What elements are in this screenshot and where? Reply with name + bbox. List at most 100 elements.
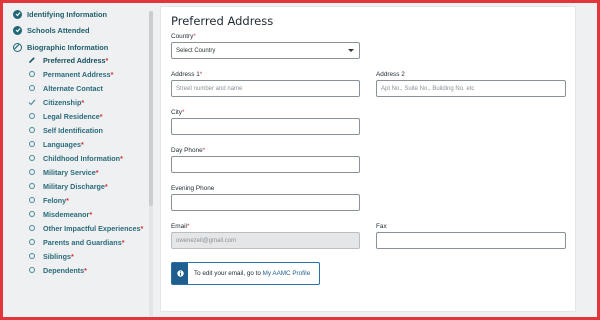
sidebar-item-label: Felony (43, 195, 67, 205)
sidebar-item-label: Preferred Address (43, 55, 106, 65)
required-marker: * (70, 251, 74, 261)
required-marker: * (89, 209, 93, 219)
address2-placeholder: Apt No., Suite No., Building No. etc (381, 85, 475, 92)
required-marker: * (66, 195, 69, 205)
sidebar-item-alternate-contact[interactable]: Alternate Contact (27, 82, 103, 94)
email-info-alert: To edit your email, go to My AAMC Profil… (171, 262, 320, 285)
address1-label: Address 1* (171, 71, 203, 78)
sidebar-section-identifying-information[interactable]: Identifying Information (13, 8, 107, 20)
empty-circle-icon (29, 253, 35, 259)
required-marker: * (121, 237, 125, 247)
evening-phone-input[interactable] (171, 194, 360, 211)
sidebar-section-biographic-information[interactable]: Biographic Information (13, 41, 108, 53)
required-marker: * (110, 69, 114, 79)
required-marker: * (95, 167, 99, 177)
sidebar-item-label: Legal Residence (43, 111, 100, 121)
empty-circle-icon (29, 267, 35, 273)
country-label: Country* (171, 33, 196, 40)
evening-phone-label: Evening Phone (171, 185, 215, 192)
empty-circle-icon (29, 197, 35, 203)
check-circle-icon (13, 9, 22, 19)
check-icon (27, 99, 37, 106)
sidebar: Identifying Information Schools Attended… (3, 3, 153, 317)
info-text: To edit your email, go to (194, 270, 261, 277)
sidebar-item-dependents[interactable]: Dependents * (27, 264, 87, 276)
sidebar-section-label: Identifying Information (27, 9, 108, 19)
required-marker: * (120, 153, 123, 163)
page-title: Preferred Address (171, 14, 274, 28)
sidebar-section-schools-attended[interactable]: Schools Attended (13, 24, 90, 36)
empty-circle-icon (29, 141, 35, 147)
sidebar-item-label: Dependents (43, 265, 85, 275)
sidebar-item-siblings[interactable]: Siblings * (27, 250, 74, 262)
required-marker: * (80, 139, 84, 149)
city-input[interactable] (171, 118, 360, 135)
required-marker: * (99, 111, 103, 121)
country-select-value: Select Country (176, 47, 216, 54)
info-icon (172, 263, 188, 284)
sidebar-item-permanent-address[interactable]: Permanent Address * (27, 68, 113, 80)
required-marker: * (104, 181, 108, 191)
sidebar-item-misdemeanor[interactable]: Misdemeanor * (27, 208, 92, 220)
empty-circle-icon (29, 155, 35, 161)
sidebar-section-label: Schools Attended (27, 25, 90, 35)
city-label: City* (171, 109, 185, 116)
sidebar-item-label: Misdemeanor (43, 209, 90, 219)
sidebar-item-label: Self Identification (43, 125, 103, 135)
empty-circle-icon (29, 225, 35, 231)
chevron-down-icon (348, 49, 354, 52)
sidebar-item-languages[interactable]: Languages * (27, 138, 84, 150)
empty-circle-icon (29, 113, 35, 119)
sidebar-item-label: Other Impactful Experiences (43, 223, 141, 233)
address1-input[interactable]: Street number and name (171, 80, 360, 97)
sidebar-item-legal-residence[interactable]: Legal Residence * (27, 110, 103, 122)
sidebar-item-parents-and-guardians[interactable]: Parents and Guardians * (27, 236, 125, 248)
sidebar-item-preferred-address[interactable]: Preferred Address * (27, 54, 108, 66)
preferred-address-card: Preferred Address Country* Select Countr… (160, 6, 576, 312)
sidebar-item-military-discharge[interactable]: Military Discharge * (27, 180, 108, 192)
required-marker: * (81, 97, 85, 107)
sidebar-item-label: Childhood Information (43, 153, 121, 163)
empty-circle-icon (29, 85, 35, 91)
day-phone-input[interactable] (171, 156, 360, 173)
required-marker: * (84, 265, 87, 275)
email-label: Email* (171, 223, 190, 230)
address2-label: Address 2 (376, 71, 405, 78)
sidebar-item-label: Military Service (43, 167, 96, 177)
sidebar-item-label: Parents and Guardians (43, 237, 122, 247)
check-circle-icon (13, 25, 22, 35)
empty-circle-icon (29, 239, 35, 245)
sidebar-item-label: Permanent Address (43, 69, 111, 79)
email-value: owenezell@gmail.com (176, 237, 237, 244)
sidebar-item-self-identification[interactable]: Self Identification (27, 124, 103, 136)
empty-circle-icon (29, 169, 35, 175)
sidebar-scrollbar-thumb[interactable] (149, 11, 153, 206)
sidebar-item-label: Citizenship (43, 97, 82, 107)
country-select[interactable]: Select Country (171, 42, 360, 59)
sidebar-item-citizenship[interactable]: Citizenship * (27, 96, 84, 108)
sidebar-scrollbar[interactable] (149, 11, 153, 316)
empty-circle-icon (29, 71, 35, 77)
sidebar-item-label: Alternate Contact (43, 83, 103, 93)
day-phone-label: Day Phone* (171, 147, 206, 154)
email-field: owenezell@gmail.com (171, 232, 360, 249)
required-marker: * (140, 223, 144, 233)
sidebar-item-label: Military Discharge (43, 181, 105, 191)
required-marker: * (105, 55, 109, 65)
sidebar-item-military-service[interactable]: Military Service * (27, 166, 99, 178)
empty-circle-icon (29, 211, 35, 217)
address2-input[interactable]: Apt No., Suite No., Building No. etc (376, 80, 566, 97)
pencil-icon (27, 56, 37, 64)
fax-label: Fax (376, 223, 387, 230)
sidebar-item-childhood-information[interactable]: Childhood Information * (27, 152, 123, 164)
sidebar-section-label: Biographic Information (27, 42, 109, 52)
sidebar-item-label: Siblings (43, 251, 71, 261)
fax-input[interactable] (376, 232, 566, 249)
my-aamc-profile-link[interactable]: My AAMC Profile (263, 270, 311, 277)
sidebar-item-felony[interactable]: Felony * (27, 194, 69, 206)
empty-circle-icon (29, 127, 35, 133)
address1-placeholder: Street number and name (176, 85, 243, 92)
sidebar-item-label: Languages (43, 139, 81, 149)
empty-circle-icon (29, 183, 35, 189)
sidebar-item-other-impactful-experiences[interactable]: Other Impactful Experiences * (27, 222, 143, 234)
